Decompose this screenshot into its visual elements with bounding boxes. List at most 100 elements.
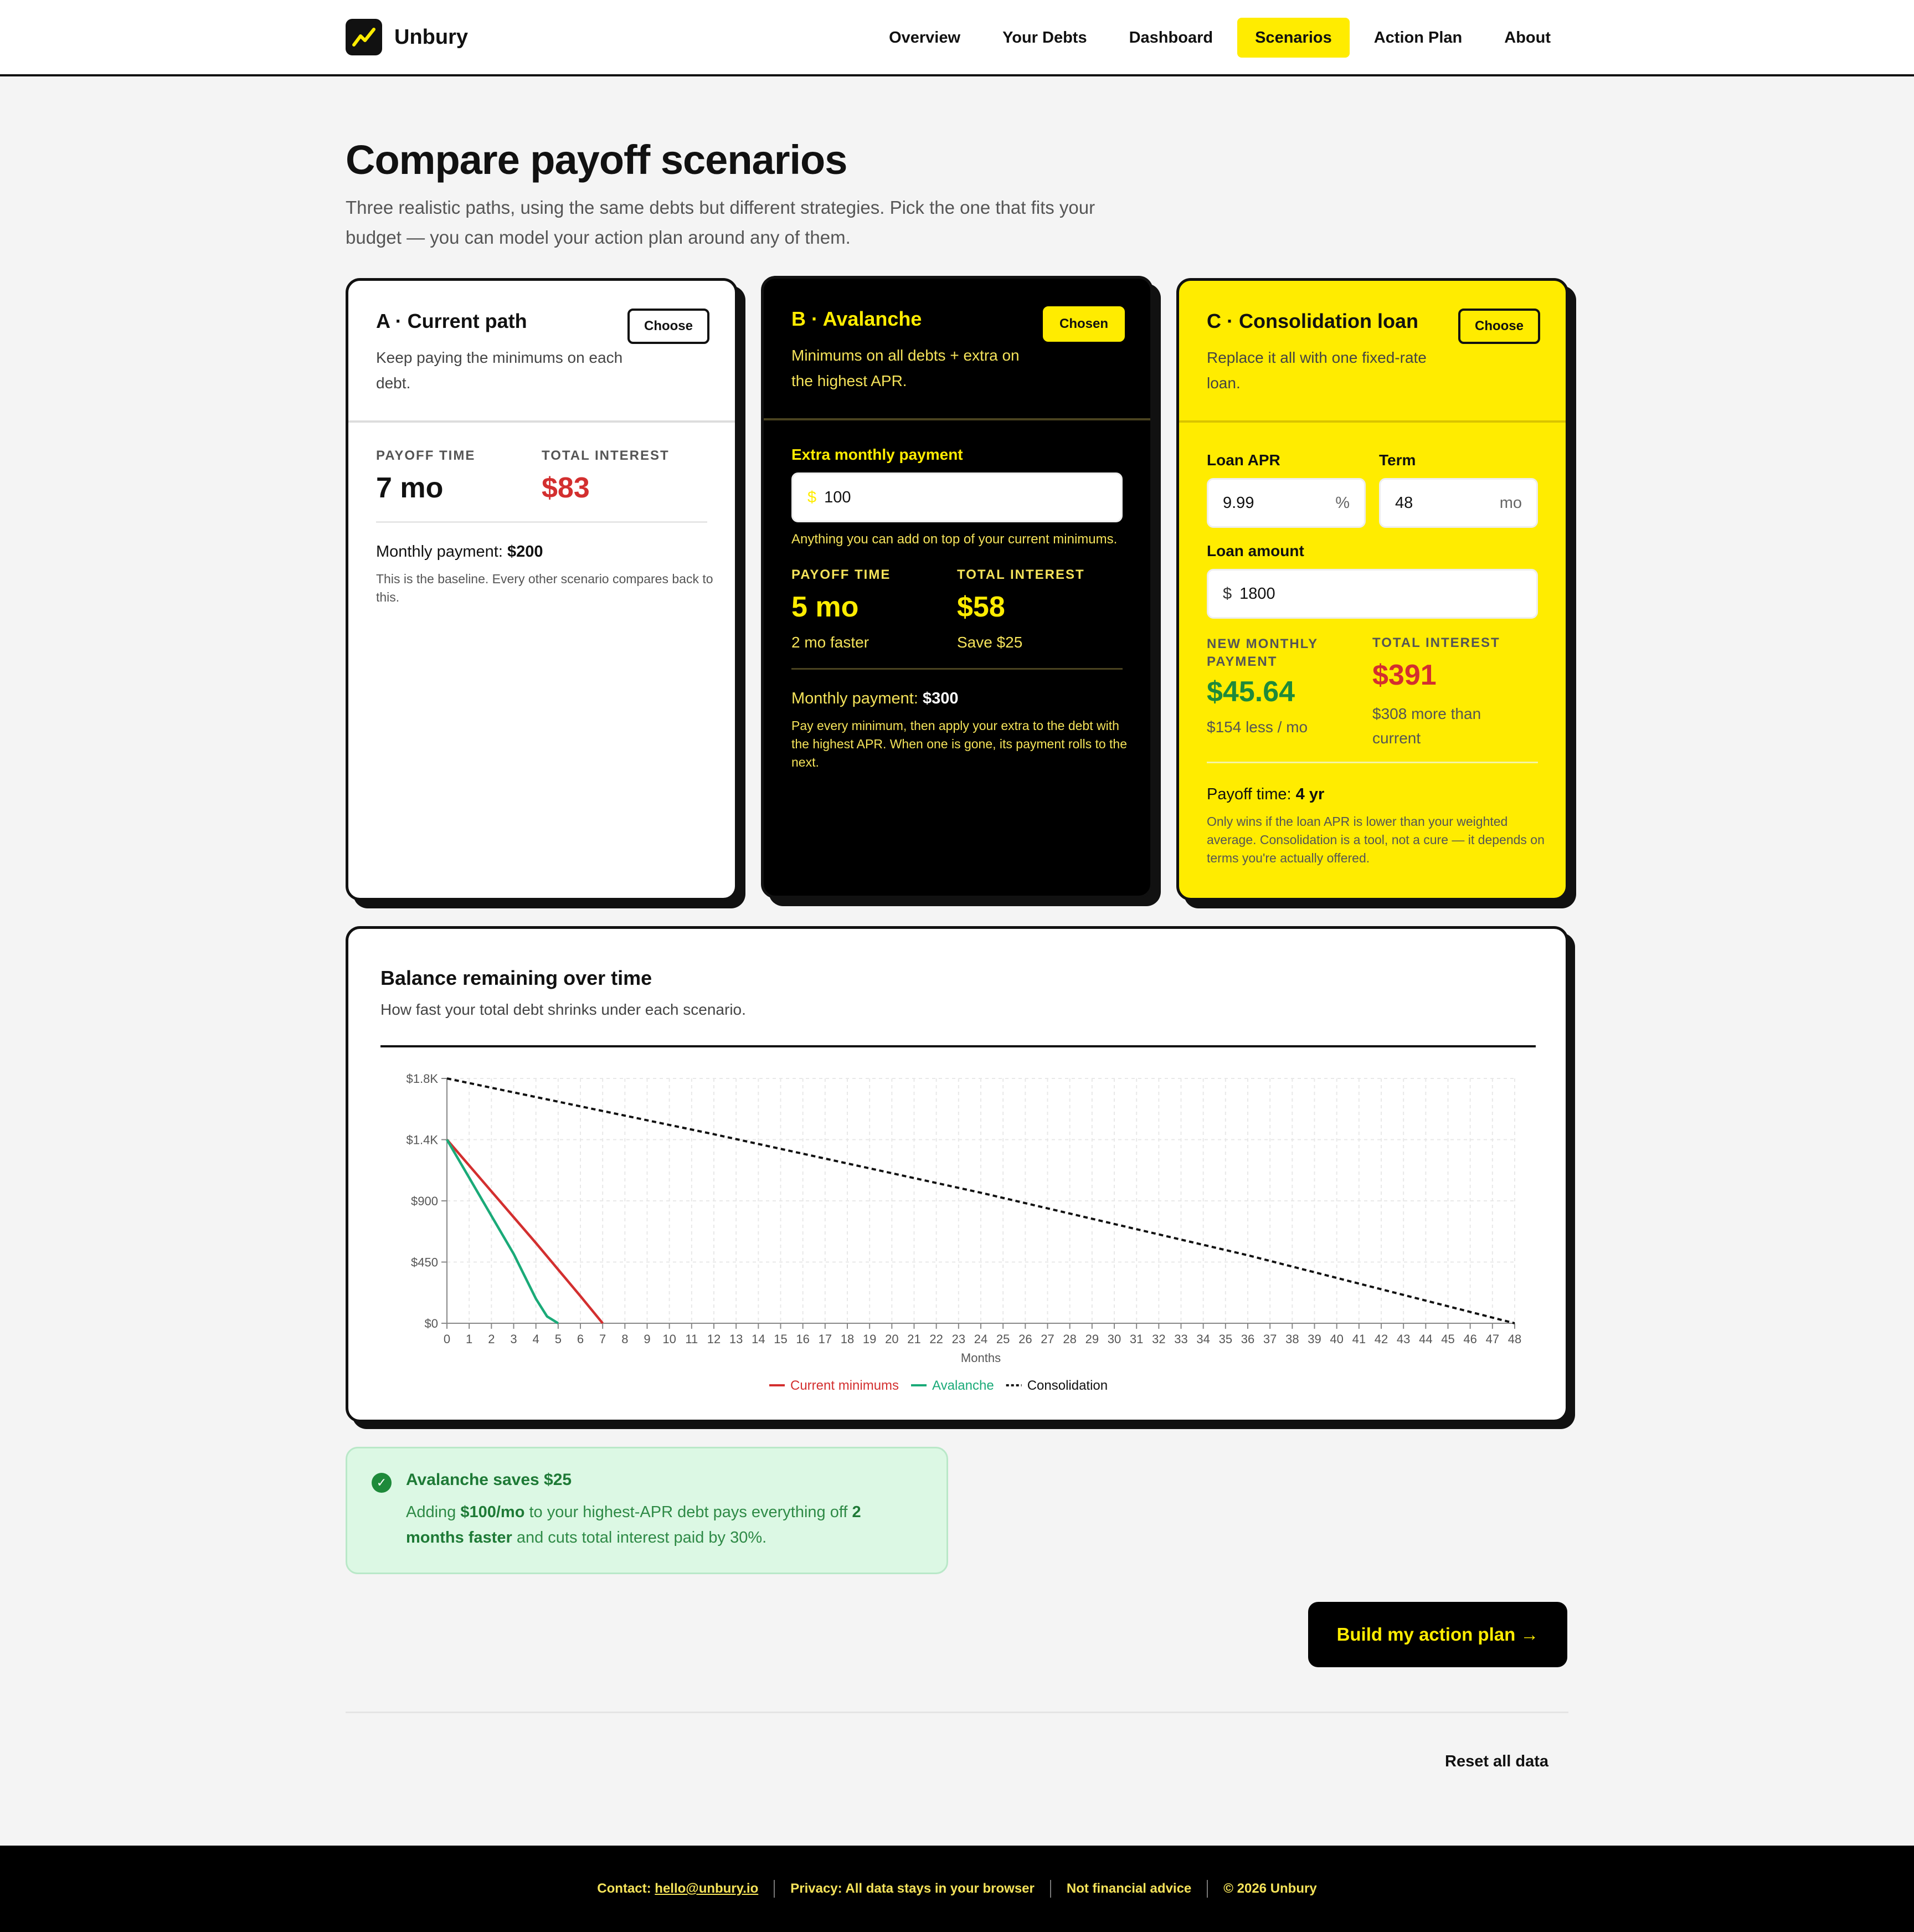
chosen-button[interactable]: Chosen [1042, 306, 1125, 342]
x-tick-label: 2 [488, 1332, 495, 1346]
text: Adding [406, 1503, 461, 1521]
card-body: Extra monthly payment $ 100 Anything you… [764, 420, 1150, 772]
advice-note: Not financial advice [1066, 1881, 1192, 1896]
monthly-value: $200 [507, 543, 543, 561]
check-icon: ✓ [372, 1473, 392, 1493]
monthly-payment: Monthly payment: $300 [791, 690, 1123, 708]
build-action-plan-button[interactable]: Build my action plan → [1308, 1602, 1567, 1667]
stat-note: $308 more than current [1372, 705, 1481, 747]
monthly-value: $300 [922, 690, 959, 707]
callout-text: Adding $100/mo to your highest-APR debt … [406, 1499, 920, 1550]
field-help: Anything you can add on top of your curr… [791, 532, 1118, 547]
legend-label: Consolidation [1027, 1378, 1108, 1393]
divider [346, 1712, 1568, 1713]
interest-stat: TOTAL INTEREST $83 [542, 448, 707, 505]
logo[interactable]: Unbury [346, 19, 468, 55]
choose-button[interactable]: Choose [627, 309, 709, 344]
x-tick-label: 33 [1174, 1332, 1187, 1346]
x-tick-label: 44 [1419, 1332, 1432, 1346]
x-tick-label: 46 [1463, 1332, 1476, 1346]
text-bold: $100/mo [460, 1503, 525, 1521]
x-tick-label: 21 [907, 1332, 920, 1346]
x-tick-label: 10 [662, 1332, 676, 1346]
nav-your-debts[interactable]: Your Debts [985, 18, 1105, 58]
y-tick-label: $1.8K [407, 1072, 439, 1086]
stat-note: $154 less / mo [1207, 718, 1308, 736]
x-tick-label: 30 [1108, 1332, 1121, 1346]
stat-note: Save $25 [957, 634, 1023, 651]
extra-payment-input[interactable]: $ 100 [791, 472, 1123, 522]
x-tick-label: 18 [841, 1332, 854, 1346]
stat-row: PAYOFF TIME 5 mo 2 mo faster TOTAL INTER… [791, 567, 1123, 651]
stat-row: PAYOFF TIME 7 mo TOTAL INTEREST $83 [376, 448, 707, 505]
x-tick-label: 32 [1152, 1332, 1165, 1346]
card-description: Minimums on all debts + extra on the hig… [791, 347, 1020, 389]
stat-label: TOTAL INTEREST [1372, 635, 1500, 650]
monthly-label: Monthly payment: [791, 690, 918, 707]
footer: Contact: hello@unbury.io Privacy: All da… [0, 1846, 1914, 1932]
x-tick-label: 22 [929, 1332, 943, 1346]
input-value: 48 [1395, 494, 1413, 512]
divider [791, 668, 1123, 670]
term-field: Term 48 mo [1379, 451, 1538, 528]
trend-up-icon [346, 19, 382, 55]
legend-label: Current minimums [790, 1378, 899, 1393]
x-tick-label: 3 [510, 1332, 517, 1346]
privacy-note: Privacy: All data stays in your browser [790, 1881, 1035, 1896]
stat-value: $83 [542, 472, 590, 504]
contact-email-link[interactable]: hello@unbury.io [655, 1881, 758, 1896]
field-label: Extra monthly payment [791, 446, 963, 463]
series-line-avalanche [446, 1139, 559, 1324]
x-tick-label: 38 [1285, 1332, 1299, 1346]
stat-label: TOTAL INTEREST [957, 567, 1085, 582]
nav-about[interactable]: About [1486, 18, 1568, 58]
field-label: Loan APR [1207, 451, 1280, 469]
series-line-current-minimums [446, 1139, 604, 1324]
payoff-stat: PAYOFF TIME 5 mo 2 mo faster [791, 567, 957, 651]
x-tick-label: 9 [644, 1332, 650, 1346]
x-tick-label: 24 [974, 1332, 987, 1346]
x-tick-label: 6 [577, 1332, 584, 1346]
text: to your highest-APR debt pays everything… [524, 1503, 852, 1521]
payment-stat: NEW MONTHLY PAYMENT $45.64 $154 less / m… [1207, 635, 1372, 751]
nav-action-plan[interactable]: Action Plan [1356, 18, 1480, 58]
reset-data-link[interactable]: Reset all data [1445, 1753, 1548, 1771]
divider [1207, 762, 1538, 763]
x-tick-label: 0 [444, 1332, 450, 1346]
x-tick-label: 35 [1219, 1332, 1232, 1346]
x-tick-label: 48 [1508, 1332, 1521, 1346]
x-tick-label: 4 [533, 1332, 539, 1346]
nav-overview[interactable]: Overview [871, 18, 978, 58]
y-tick-label: $900 [411, 1194, 438, 1208]
choose-button[interactable]: Choose [1458, 309, 1540, 344]
loan-amount-input[interactable]: $ 1800 [1207, 569, 1538, 619]
x-tick-label: 37 [1263, 1332, 1277, 1346]
card-header: C · Consolidation loan Replace it all wi… [1179, 281, 1566, 423]
term-input[interactable]: 48 mo [1379, 478, 1538, 528]
monthly-payment: Monthly payment: $200 [376, 543, 707, 561]
card-note: This is the baseline. Every other scenar… [376, 572, 713, 604]
stat-note: 2 mo faster [791, 634, 869, 651]
scenario-card-avalanche: B · Avalanche Minimums on all debts + ex… [761, 276, 1153, 898]
x-tick-label: 39 [1308, 1332, 1321, 1346]
page-subtitle: Three realistic paths, using the same de… [346, 197, 1095, 248]
stat-value: $45.64 [1207, 676, 1295, 708]
top-bar: Unbury Overview Your Debts Dashboard Sce… [0, 0, 1914, 76]
apr-input[interactable]: 9.99 % [1207, 478, 1366, 528]
card-note: Pay every minimum, then apply your extra… [791, 718, 1128, 769]
stat-value: $391 [1372, 659, 1437, 691]
card-body: PAYOFF TIME 7 mo TOTAL INTEREST $83 Mont… [348, 423, 735, 607]
nav-dashboard[interactable]: Dashboard [1112, 18, 1231, 58]
copyright: © 2026 Unbury [1223, 1881, 1317, 1896]
x-tick-label: 25 [996, 1332, 1010, 1346]
dollar-prefix: $ [1223, 584, 1232, 603]
stat-value: 7 mo [376, 472, 444, 504]
y-tick-label: $1.4K [407, 1133, 439, 1147]
nav-scenarios[interactable]: Scenarios [1237, 18, 1350, 58]
separator [1049, 1880, 1051, 1898]
months-suffix: mo [1499, 494, 1522, 512]
callout-title: Avalanche saves $25 [406, 1471, 572, 1489]
card-description: Replace it all with one fixed-rate loan. [1207, 349, 1427, 392]
app-name: Unbury [394, 25, 468, 49]
x-tick-label: 45 [1441, 1332, 1454, 1346]
